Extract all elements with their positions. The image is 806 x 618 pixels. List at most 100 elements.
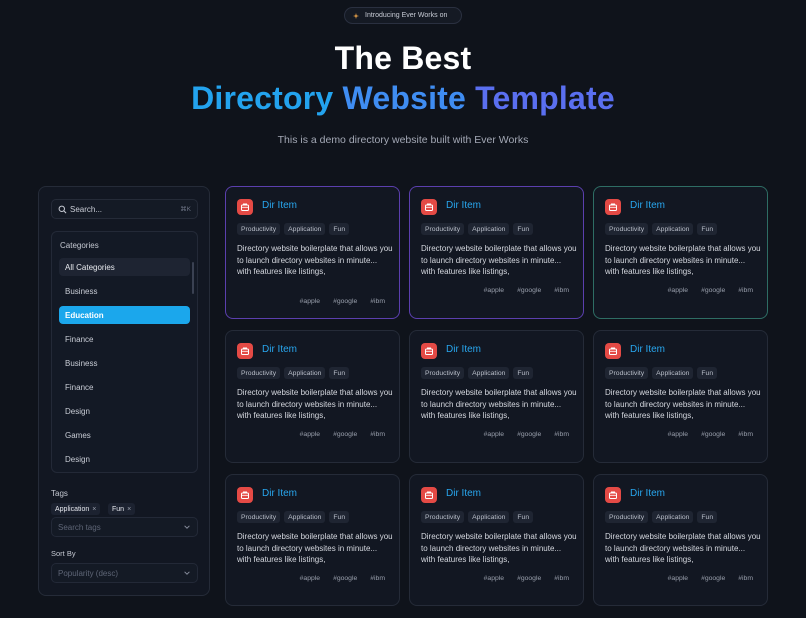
card-category-badge[interactable]: Productivity	[421, 367, 465, 379]
directory-card[interactable]: Dir Item Productivity Application Fun Direct…	[225, 186, 400, 319]
hero-title: The Best	[334, 40, 472, 76]
card-tag[interactable]: #apple	[668, 287, 688, 294]
tag-chip[interactable]: Fun ×	[108, 503, 136, 515]
card-tag[interactable]: #apple	[484, 287, 504, 294]
directory-card[interactable]: Dir Item Productivity Application Fun Direct…	[409, 186, 584, 319]
directory-card[interactable]: Dir Item Productivity Application Fun Direct…	[593, 330, 768, 463]
card-category-badge[interactable]: Application	[468, 511, 510, 523]
card-tag[interactable]: #google	[517, 575, 541, 582]
briefcase-icon	[605, 199, 621, 215]
card-tag[interactable]: #ibm	[738, 287, 753, 294]
card-tag[interactable]: #apple	[300, 431, 320, 438]
card-tag[interactable]: #google	[701, 575, 725, 582]
card-category-badge[interactable]: Fun	[697, 511, 718, 523]
card-category-badge[interactable]: Productivity	[421, 223, 465, 235]
card-category-badge[interactable]: Productivity	[237, 511, 281, 523]
card-title[interactable]: Dir Item	[262, 488, 297, 499]
card-categories: Productivity Application Fun	[421, 511, 534, 523]
card-tag[interactable]: #google	[333, 575, 357, 582]
card-title[interactable]: Dir Item	[446, 200, 481, 211]
card-category-badge[interactable]: Fun	[513, 223, 534, 235]
directory-card[interactable]: Dir Item Productivity Application Fun Direct…	[593, 186, 768, 319]
card-tags: #apple #google #ibm	[668, 287, 753, 294]
card-tags: #apple #google #ibm	[668, 575, 753, 582]
card-tag[interactable]: #google	[333, 298, 357, 305]
category-item[interactable]: Design	[59, 450, 190, 468]
category-item-active[interactable]: Education	[59, 306, 190, 324]
categories-scrollbar[interactable]	[192, 262, 194, 294]
tag-chip[interactable]: Application ×	[51, 503, 101, 515]
card-tag[interactable]: #google	[701, 287, 725, 294]
card-tag[interactable]: #ibm	[738, 431, 753, 438]
card-description: Directory website boilerplate that allow…	[605, 388, 761, 420]
category-item[interactable]: Business	[59, 354, 190, 372]
card-tag[interactable]: #ibm	[554, 431, 569, 438]
card-category-badge[interactable]: Fun	[697, 223, 718, 235]
card-tag[interactable]: #ibm	[370, 431, 385, 438]
directory-card[interactable]: Dir Item Productivity Application Fun Direct…	[225, 474, 400, 606]
card-tag[interactable]: #ibm	[554, 575, 569, 582]
category-item[interactable]: Finance	[59, 378, 190, 396]
card-category-badge[interactable]: Application	[284, 223, 326, 235]
close-icon[interactable]: ×	[127, 506, 131, 513]
directory-card[interactable]: Dir Item Productivity Application Fun Direct…	[593, 474, 768, 606]
card-title[interactable]: Dir Item	[630, 344, 665, 355]
category-item[interactable]: Finance	[59, 330, 190, 348]
card-title[interactable]: Dir Item	[446, 488, 481, 499]
card-category-badge[interactable]: Application	[652, 511, 694, 523]
card-tag[interactable]: #ibm	[738, 575, 753, 582]
card-tag[interactable]: #google	[333, 431, 357, 438]
card-category-badge[interactable]: Fun	[329, 511, 350, 523]
announcement-pill[interactable]: Introducing Ever Works on	[344, 7, 462, 24]
card-category-badge[interactable]: Productivity	[237, 367, 281, 379]
card-category-badge[interactable]: Fun	[513, 367, 534, 379]
card-category-badge[interactable]: Application	[652, 367, 694, 379]
card-tag[interactable]: #google	[701, 431, 725, 438]
card-title[interactable]: Dir Item	[262, 344, 297, 355]
search-input[interactable]: Search... ⌘K	[51, 199, 198, 219]
card-category-badge[interactable]: Application	[284, 367, 326, 379]
card-category-badge[interactable]: Productivity	[421, 511, 465, 523]
close-icon[interactable]: ×	[92, 506, 96, 513]
directory-card[interactable]: Dir Item Productivity Application Fun Direct…	[409, 330, 584, 463]
card-tag[interactable]: #apple	[484, 575, 504, 582]
card-tag[interactable]: #google	[517, 431, 541, 438]
card-category-badge[interactable]: Productivity	[237, 223, 281, 235]
card-tag[interactable]: #ibm	[370, 298, 385, 305]
card-title[interactable]: Dir Item	[630, 200, 665, 211]
card-tag[interactable]: #ibm	[554, 287, 569, 294]
card-category-badge[interactable]: Productivity	[605, 223, 649, 235]
tags-search-select[interactable]: Search tags	[51, 517, 198, 537]
card-tag[interactable]: #apple	[300, 575, 320, 582]
card-category-badge[interactable]: Fun	[513, 511, 534, 523]
card-category-badge[interactable]: Fun	[697, 367, 718, 379]
category-item[interactable]: All Categories	[59, 258, 190, 276]
sort-select[interactable]: Popularity (desc)	[51, 563, 198, 583]
card-category-badge[interactable]: Productivity	[605, 511, 649, 523]
card-tag[interactable]: #apple	[300, 298, 320, 305]
card-tag[interactable]: #apple	[484, 431, 504, 438]
card-tags: #apple #google #ibm	[484, 575, 569, 582]
category-item[interactable]: Design	[59, 402, 190, 420]
briefcase-icon	[421, 199, 437, 215]
card-category-badge[interactable]: Application	[468, 367, 510, 379]
card-category-badge[interactable]: Fun	[329, 367, 350, 379]
card-tag[interactable]: #ibm	[370, 575, 385, 582]
card-category-badge[interactable]: Application	[652, 223, 694, 235]
card-category-badge[interactable]: Fun	[329, 223, 350, 235]
card-categories: Productivity Application Fun	[421, 223, 534, 235]
category-item[interactable]: Business	[59, 282, 190, 300]
card-tag[interactable]: #google	[517, 287, 541, 294]
briefcase-icon	[605, 487, 621, 503]
directory-card[interactable]: Dir Item Productivity Application Fun Direct…	[225, 330, 400, 463]
card-title[interactable]: Dir Item	[446, 344, 481, 355]
category-item[interactable]: Games	[59, 426, 190, 444]
card-tag[interactable]: #apple	[668, 575, 688, 582]
card-category-badge[interactable]: Application	[284, 511, 326, 523]
card-title[interactable]: Dir Item	[630, 488, 665, 499]
card-title[interactable]: Dir Item	[262, 200, 297, 211]
card-category-badge[interactable]: Productivity	[605, 367, 649, 379]
card-category-badge[interactable]: Application	[468, 223, 510, 235]
directory-card[interactable]: Dir Item Productivity Application Fun Direct…	[409, 474, 584, 606]
card-tag[interactable]: #apple	[668, 431, 688, 438]
